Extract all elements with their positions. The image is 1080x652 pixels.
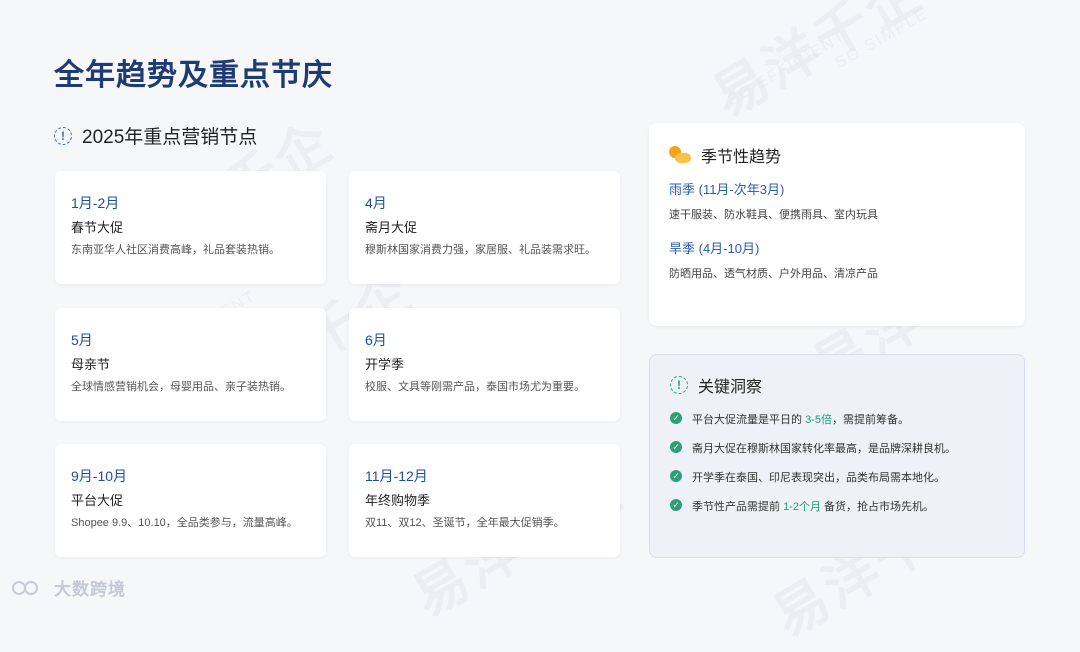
seasonal-trend-panel: 季节性趋势 雨季 (11月-次年3月) 速干服装、防水鞋具、便携雨具、室内玩具 … — [649, 123, 1025, 326]
panel-header: ! 关键洞察 — [670, 373, 1004, 397]
watermark-sub: SO SIMPLE — [832, 5, 932, 72]
event-name: 年终购物季 — [365, 493, 431, 508]
check-circle-icon: ✓ — [670, 499, 682, 511]
panel-title: 季节性趋势 — [701, 149, 782, 166]
season-label: 旱季 (4月-10月) — [669, 241, 760, 256]
event-name: 斋月大促 — [365, 220, 418, 235]
season-desc: 防晒用品、透气材质、户外用品、清凉产品 — [669, 268, 878, 280]
watermark: 易洋千企 — [703, 0, 935, 129]
season-desc: 速干服装、防水鞋具、便携雨具、室内玩具 — [669, 209, 878, 221]
sun-cloud-icon — [669, 146, 691, 164]
event-month: 1月-2月 — [71, 195, 120, 211]
insight-item: ✓ 平台大促流量是平日的 3-5倍，需提前筹备。 — [670, 411, 1004, 427]
brand-logo-icon — [10, 578, 50, 598]
event-desc: Shopee 9.9、10.10，全品类参与，流量高峰。 — [71, 517, 298, 529]
info-circle-icon: ! — [670, 376, 688, 394]
event-card: 9月-10月 平台大促 Shopee 9.9、10.10，全品类参与，流量高峰。 — [55, 444, 326, 557]
insight-highlight: 3-5倍 — [805, 414, 832, 426]
season-label: 雨季 (11月-次年3月) — [669, 182, 785, 197]
event-desc: 校服、文具等刚需产品，泰国市场尤为重要。 — [365, 381, 585, 393]
page-title: 全年趋势及重点节庆 — [54, 59, 333, 92]
event-desc: 东南亚华人社区消费高峰，礼品套装热销。 — [71, 244, 280, 256]
insight-text: 平台大促流量是平日的 3-5倍，需提前筹备。 — [692, 414, 909, 426]
event-month: 5月 — [71, 332, 93, 348]
event-month: 9月-10月 — [71, 468, 128, 484]
event-desc: 双11、双12、圣诞节，全年最大促销季。 — [365, 517, 565, 529]
event-name: 春节大促 — [71, 220, 124, 235]
event-name: 开学季 — [365, 357, 405, 372]
info-circle-icon: ! — [54, 126, 72, 145]
event-card: 11月-12月 年终购物季 双11、双12、圣诞节，全年最大促销季。 — [349, 444, 620, 557]
insight-text: 季节性产品需提前 1-2个月 备货，抢占市场先机。 — [692, 501, 935, 513]
section-header: ! 2025年重点营销节点 — [54, 122, 257, 149]
event-card: 4月 斋月大促 穆斯林国家消费力强，家居服、礼品装需求旺。 — [349, 171, 620, 284]
event-name: 平台大促 — [71, 493, 124, 508]
event-name: 母亲节 — [71, 357, 111, 372]
panel-header: 季节性趋势 — [669, 143, 1005, 167]
insight-highlight: 1-2个月 — [783, 501, 821, 513]
footer-logo: 大数跨境 — [10, 575, 126, 600]
insight-item: ✓ 斋月大促在穆斯林国家转化率最高，是品牌深耕良机。 — [670, 440, 1004, 456]
check-circle-icon: ✓ — [670, 441, 682, 453]
section-title: 2025年重点营销节点 — [82, 127, 258, 148]
insight-text: 斋月大促在穆斯林国家转化率最高，是品牌深耕良机。 — [692, 443, 956, 455]
event-card: 5月 母亲节 全球情感营销机会，母婴用品、亲子装热销。 — [55, 308, 326, 421]
insight-item: ✓ 季节性产品需提前 1-2个月 备货，抢占市场先机。 — [670, 498, 1004, 514]
check-circle-icon: ✓ — [670, 412, 682, 424]
watermark-sub: SO EFFICIENT — [724, 27, 850, 110]
insight-text: 开学季在泰国、印尼表现突出，品类布局需本地化。 — [692, 472, 945, 484]
brand-name: 大数跨境 — [54, 580, 126, 599]
event-desc: 全球情感营销机会，母婴用品、亲子装热销。 — [71, 381, 291, 393]
event-month: 4月 — [365, 195, 387, 211]
event-card: 1月-2月 春节大促 东南亚华人社区消费高峰，礼品套装热销。 — [55, 171, 326, 284]
event-month: 6月 — [365, 332, 387, 348]
event-card: 6月 开学季 校服、文具等刚需产品，泰国市场尤为重要。 — [349, 308, 620, 421]
event-desc: 穆斯林国家消费力强，家居服、礼品装需求旺。 — [365, 244, 596, 256]
key-insights-panel: ! 关键洞察 ✓ 平台大促流量是平日的 3-5倍，需提前筹备。 ✓ 斋月大促在穆… — [649, 354, 1025, 558]
insight-item: ✓ 开学季在泰国、印尼表现突出，品类布局需本地化。 — [670, 469, 1004, 485]
panel-title: 关键洞察 — [698, 379, 763, 396]
check-circle-icon: ✓ — [670, 470, 682, 482]
event-month: 11月-12月 — [365, 468, 428, 484]
